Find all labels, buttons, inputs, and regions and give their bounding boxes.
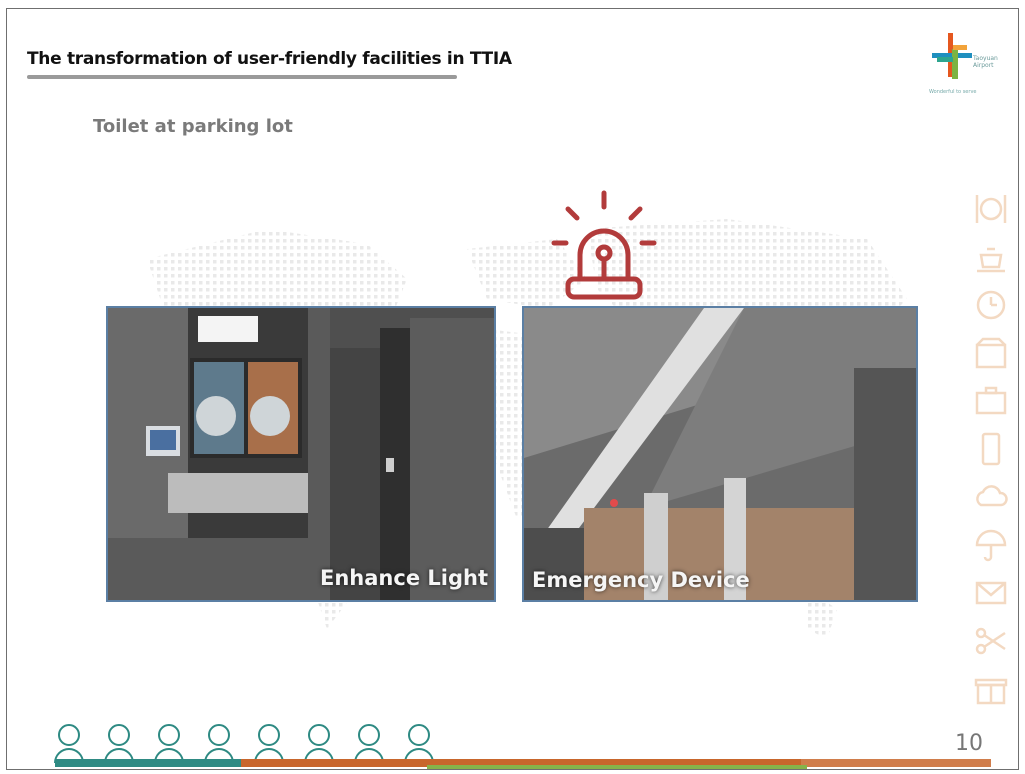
logo-line-1: Taoyuan — [973, 55, 998, 62]
decorative-icon-column — [973, 191, 1013, 719]
caption-emergency-device: Emergency Device — [532, 568, 750, 592]
logo-tagline: Wonderful to serve — [929, 89, 977, 95]
emergency-siren-icon — [551, 190, 657, 300]
dining-icon — [975, 195, 1007, 223]
photo-restroom-corridor: Emergency Device — [522, 306, 918, 602]
slide-title: The transformation of user-friendly faci… — [27, 49, 512, 69]
caption-enhance-light: Enhance Light — [320, 566, 488, 590]
logo-line-2: Airport — [973, 62, 994, 69]
phone-icon — [981, 432, 1001, 466]
luggage-icon — [975, 386, 1007, 415]
cloud-icon — [976, 485, 1008, 507]
footer-bar-teal — [55, 759, 241, 767]
footer-bar-orange-end — [801, 759, 991, 767]
plus-logo-mark — [932, 33, 972, 79]
slide-subtitle: Toilet at parking lot — [93, 116, 293, 137]
gift-icon — [974, 678, 1008, 705]
footer-bar-green — [427, 765, 807, 769]
title-underline — [27, 75, 457, 79]
mail-icon — [975, 581, 1007, 605]
scissors-icon — [975, 627, 1006, 655]
teapot-icon — [977, 247, 1005, 273]
umbrella-icon — [975, 529, 1007, 562]
logo-text: Taoyuan Airport — [973, 55, 998, 69]
taoyuan-airport-logo: Taoyuan Airport Wonderful to serve — [929, 29, 1005, 99]
photo-restroom-vanity: Enhance Light — [106, 306, 496, 602]
page-number: 10 — [955, 731, 983, 756]
clock-icon — [976, 290, 1006, 320]
slide: The transformation of user-friendly faci… — [6, 8, 1019, 770]
shop-icon — [975, 337, 1007, 369]
